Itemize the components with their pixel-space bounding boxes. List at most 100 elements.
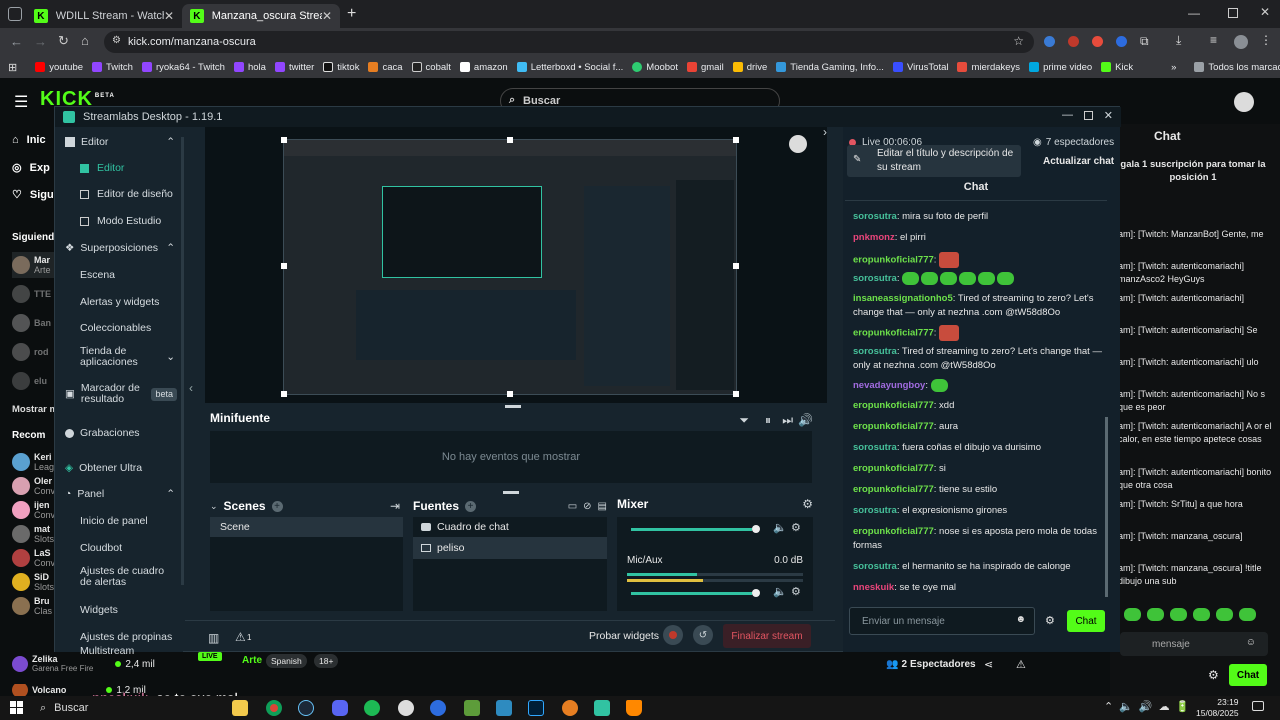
desktop-volume-slider[interactable] bbox=[631, 525, 760, 533]
app-icon[interactable] bbox=[430, 700, 446, 716]
preview-avatar-source[interactable] bbox=[789, 135, 807, 153]
back-icon[interactable]: ← bbox=[10, 34, 23, 49]
pause-icon[interactable]: ⏸ bbox=[765, 413, 771, 428]
bookmark-prime[interactable]: prime video bbox=[1029, 62, 1092, 73]
restore-window-icon[interactable] bbox=[1228, 8, 1238, 18]
recommended-item[interactable]: mat Slots bbox=[12, 522, 56, 546]
stream-category[interactable]: Arte bbox=[242, 655, 262, 666]
bookmark-gmail[interactable]: gmail bbox=[686, 62, 724, 73]
sidebar-item-recordings[interactable]: Grabaciones bbox=[55, 420, 183, 446]
bookmark-letterboxd[interactable]: Letterboxd • Social f... bbox=[516, 62, 623, 73]
emote-icon[interactable] bbox=[1124, 608, 1141, 621]
mixer-settings-icon[interactable]: ⚙ bbox=[802, 497, 813, 511]
resize-divider[interactable] bbox=[503, 491, 519, 494]
filter-icon[interactable]: ⏷ bbox=[739, 413, 749, 428]
sidebar-scrollbar[interactable] bbox=[181, 137, 184, 585]
app-icon[interactable] bbox=[562, 700, 578, 716]
kick-chat-input[interactable]: mensaje ☺ bbox=[1120, 632, 1268, 656]
sidebar-item-widgets[interactable]: Widgets bbox=[55, 597, 183, 623]
chat-settings-icon[interactable]: ⚙ bbox=[1045, 614, 1055, 627]
selection-handle[interactable] bbox=[281, 263, 287, 269]
bookmark-moobot[interactable]: Moobot bbox=[632, 62, 678, 73]
selection-handle[interactable] bbox=[733, 263, 739, 269]
selection-handle[interactable] bbox=[507, 137, 513, 143]
report-icon[interactable]: ⚠ bbox=[1016, 658, 1026, 671]
selection-handle[interactable] bbox=[281, 391, 287, 397]
steam-icon[interactable] bbox=[298, 700, 314, 716]
tray-icons[interactable]: ⌃🔈🔊☁🔋 bbox=[1104, 700, 1195, 713]
extensions-puzzle-icon[interactable]: ⧉ bbox=[1140, 34, 1149, 49]
follow-item[interactable]: rod bbox=[12, 343, 49, 361]
tab-list-icon[interactable] bbox=[8, 7, 22, 21]
bookmark-kick[interactable]: Kick bbox=[1101, 62, 1133, 73]
recommended-item[interactable]: ijen Conv bbox=[12, 498, 56, 522]
emoji-icon[interactable]: ☻ bbox=[1015, 614, 1026, 625]
emote-icon[interactable] bbox=[1147, 608, 1164, 621]
photoshop-icon[interactable] bbox=[528, 700, 544, 716]
source-folder-icon[interactable]: ▤ bbox=[598, 501, 607, 512]
clock[interactable]: 23:19 15/08/2025 bbox=[1196, 697, 1239, 719]
kick-chat-settings-icon[interactable]: ⚙ bbox=[1208, 668, 1219, 682]
close-tab-icon[interactable]: ✕ bbox=[322, 9, 332, 23]
emote-icon[interactable] bbox=[1239, 608, 1256, 621]
alert-icon[interactable]: ⚠ bbox=[235, 630, 246, 644]
forward-icon[interactable]: → bbox=[34, 34, 47, 49]
close-icon[interactable]: ✕ bbox=[1104, 109, 1113, 122]
share-icon[interactable]: ⋖ bbox=[984, 658, 993, 671]
scene-transition-icon[interactable]: ⇥ bbox=[390, 499, 400, 513]
vlc-icon[interactable] bbox=[626, 700, 642, 716]
end-stream-button[interactable]: Finalizar stream bbox=[723, 624, 811, 648]
add-source-icon[interactable]: + bbox=[465, 500, 477, 512]
maximize-icon[interactable] bbox=[1084, 111, 1093, 120]
app-icon[interactable] bbox=[496, 700, 512, 716]
tab-manzana[interactable]: K Manzana_oscura Stream - Watc ✕ bbox=[182, 4, 340, 28]
selection-handle[interactable] bbox=[733, 391, 739, 397]
sidebar-item-layout-editor[interactable]: Editor de diseño bbox=[55, 181, 183, 207]
new-tab-icon[interactable]: + bbox=[347, 5, 356, 23]
chat-scrollbar[interactable] bbox=[1105, 417, 1108, 597]
sidebar-item-alerts-widgets[interactable]: Alertas y widgets bbox=[55, 289, 183, 315]
scene-item[interactable]: Scene bbox=[210, 517, 403, 537]
mute-icon[interactable]: 🔈 bbox=[773, 585, 787, 598]
recommended-item[interactable]: LaS Conv bbox=[12, 546, 56, 570]
collapse-left-icon[interactable]: ‹ bbox=[189, 381, 193, 395]
bookmark-tiktok[interactable]: tiktok bbox=[323, 62, 359, 73]
tag-18[interactable]: 18+ bbox=[314, 654, 339, 668]
bookmark-youtube[interactable]: youtube bbox=[35, 62, 83, 73]
github-icon[interactable] bbox=[398, 700, 414, 716]
slider-thumb[interactable] bbox=[752, 525, 760, 533]
download-icon[interactable]: ⤓ bbox=[1176, 33, 1181, 48]
sidebar-item-alertbox-settings[interactable]: Ajustes de cuadro de alertas bbox=[55, 562, 183, 592]
home-icon[interactable]: ⌂ bbox=[81, 33, 89, 48]
streamlabs-taskbar-icon[interactable] bbox=[594, 700, 610, 716]
emote-icon[interactable] bbox=[1216, 608, 1233, 621]
bookmark-twitter[interactable]: twitter bbox=[274, 62, 314, 73]
chrome-icon[interactable] bbox=[266, 700, 282, 716]
emote-icon[interactable] bbox=[1193, 608, 1210, 621]
discord-icon[interactable] bbox=[332, 700, 348, 716]
menu-icon[interactable]: ⋮ bbox=[1260, 33, 1272, 47]
sidebar-item-app-store[interactable]: Tienda de aplicaciones ⌄ bbox=[55, 342, 183, 372]
bookmark-star-icon[interactable]: ☆ bbox=[1013, 34, 1024, 48]
collapse-right-icon[interactable]: › bbox=[823, 125, 827, 139]
sidebar-item-cloudbot[interactable]: Cloudbot bbox=[55, 535, 183, 561]
recommended-item[interactable]: SiD Slots bbox=[12, 570, 56, 594]
stats-icon[interactable]: ▥ bbox=[208, 631, 219, 645]
extension-icon[interactable] bbox=[1092, 36, 1103, 47]
stream-item-zelika[interactable]: Zelika Garena Free Fire 2,4 mil bbox=[12, 654, 172, 674]
user-avatar[interactable] bbox=[1234, 92, 1254, 112]
extension-icon[interactable] bbox=[1044, 36, 1055, 47]
tag-spanish[interactable]: Spanish bbox=[266, 654, 307, 668]
nav-following[interactable]: ♡ Sigu bbox=[12, 188, 54, 202]
selection-handle[interactable] bbox=[281, 137, 287, 143]
slider-thumb[interactable] bbox=[752, 589, 760, 597]
bookmarks-overflow[interactable]: » bbox=[1171, 62, 1176, 73]
bookmark-twitch[interactable]: Twitch bbox=[92, 62, 133, 73]
close-window-icon[interactable]: ✕ bbox=[1260, 5, 1270, 19]
nav-home[interactable]: ⌂ Inic bbox=[12, 134, 46, 146]
record-button[interactable] bbox=[663, 625, 683, 645]
sidebar-item-multistream[interactable]: Multistream bbox=[55, 645, 183, 657]
extension-icon[interactable] bbox=[1116, 36, 1127, 47]
sidebar-item-editor[interactable]: Editor bbox=[55, 155, 183, 181]
minimize-icon[interactable]: — bbox=[1062, 109, 1073, 121]
